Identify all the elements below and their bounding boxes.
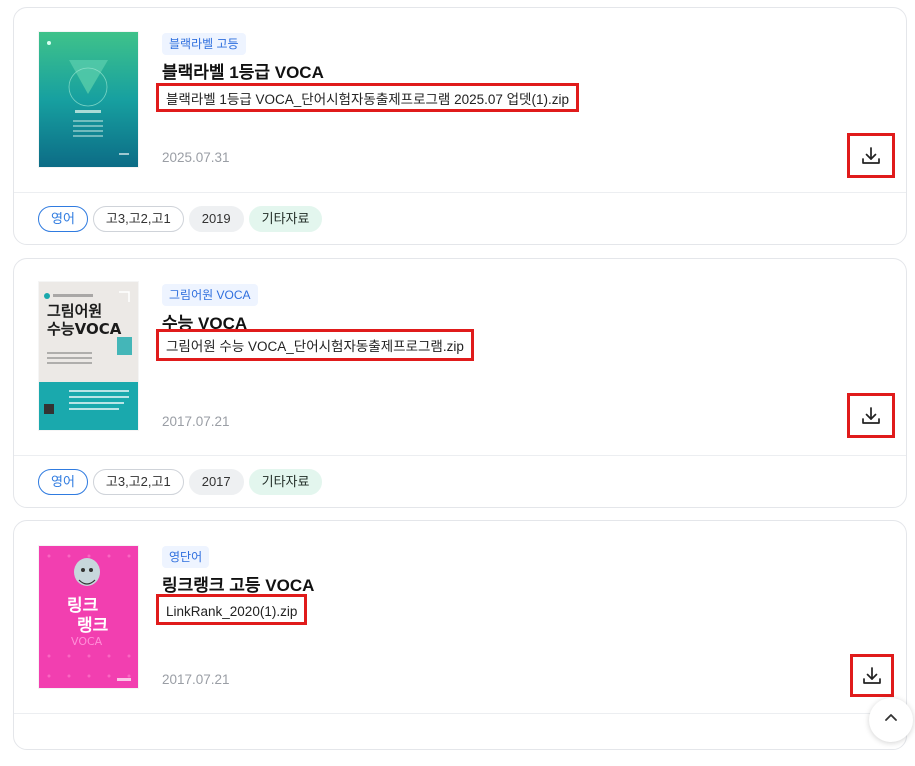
resource-card: 그림어원 수능VOCA 그림어원 VOCA 수능 VOCA 그림어원 수능 VO… [13,258,907,508]
svg-text:랭크: 랭크 [77,616,109,636]
book-cover-blacklabel-voca[interactable] [39,32,138,167]
card-body: 링크 랭크 VOCA 영단어 링크랭크 고등 VOCA LinkRank_202… [14,521,906,713]
card-body: 그림어원 수능VOCA 그림어원 VOCA 수능 VOCA 그림어원 수능 VO… [14,259,906,455]
series-badge[interactable]: 블랙라벨 고등 [162,33,246,55]
upload-date: 2017.07.21 [162,672,230,687]
book-cover-geurimeowon-voca[interactable]: 그림어원 수능VOCA [39,282,138,430]
tag-list: 영어 고3,고2,고1 2019 기타자료 [38,206,323,232]
download-icon [862,146,880,164]
card-footer: 영어 고3,고2,고1 2017 기타자료 [14,455,906,508]
card-footer [14,713,906,766]
tag-list: 영어 고3,고2,고1 2017 기타자료 [38,469,323,495]
download-icon [863,666,881,684]
year-tag[interactable]: 2017 [188,469,244,495]
grade-tag[interactable]: 고3,고2,고1 [92,206,184,232]
resource-card: 링크 랭크 VOCA 영단어 링크랭크 고등 VOCA LinkRank_202… [13,520,907,750]
svg-text:수능VOCA: 수능VOCA [47,320,122,338]
upload-date: 2025.07.31 [162,150,230,165]
svg-text:VOCA: VOCA [71,635,103,648]
scroll-to-top-button[interactable] [869,698,913,742]
svg-text:그림어원: 그림어원 [47,302,102,320]
chevron-up-icon [885,714,897,721]
type-tag[interactable]: 기타자료 [248,469,323,495]
type-tag[interactable]: 기타자료 [248,206,323,232]
year-tag[interactable]: 2019 [188,206,244,232]
download-button[interactable] [850,654,894,697]
svg-text:링크: 링크 [67,596,99,616]
card-body: 블랙라벨 고등 블랙라벨 1등급 VOCA 블랙라벨 1등급 VOCA_단어시험… [14,8,906,192]
download-icon [862,406,880,424]
item-title[interactable]: 블랙라벨 1등급 VOCA [162,58,324,83]
resource-card: 블랙라벨 고등 블랙라벨 1등급 VOCA 블랙라벨 1등급 VOCA_단어시험… [13,7,907,245]
download-button[interactable] [847,133,895,178]
grade-tag[interactable]: 고3,고2,고1 [92,469,184,495]
download-button[interactable] [847,393,895,438]
file-name-link[interactable]: LinkRank_2020(1).zip [156,594,308,625]
book-cover-linkrank-voca[interactable]: 링크 랭크 VOCA [39,546,138,688]
upload-date: 2017.07.21 [162,414,230,429]
series-badge[interactable]: 그림어원 VOCA [162,284,258,306]
subject-tag[interactable]: 영어 [38,469,88,495]
item-title[interactable]: 링크랭크 고등 VOCA [162,571,314,596]
series-badge[interactable]: 영단어 [162,546,210,568]
card-footer: 영어 고3,고2,고1 2019 기타자료 [14,192,906,245]
subject-tag[interactable]: 영어 [38,206,88,232]
file-name-link[interactable]: 그림어원 수능 VOCA_단어시험자동출제프로그램.zip [156,329,474,361]
file-name-link[interactable]: 블랙라벨 1등급 VOCA_단어시험자동출제프로그램 2025.07 업뎃(1)… [156,83,579,112]
